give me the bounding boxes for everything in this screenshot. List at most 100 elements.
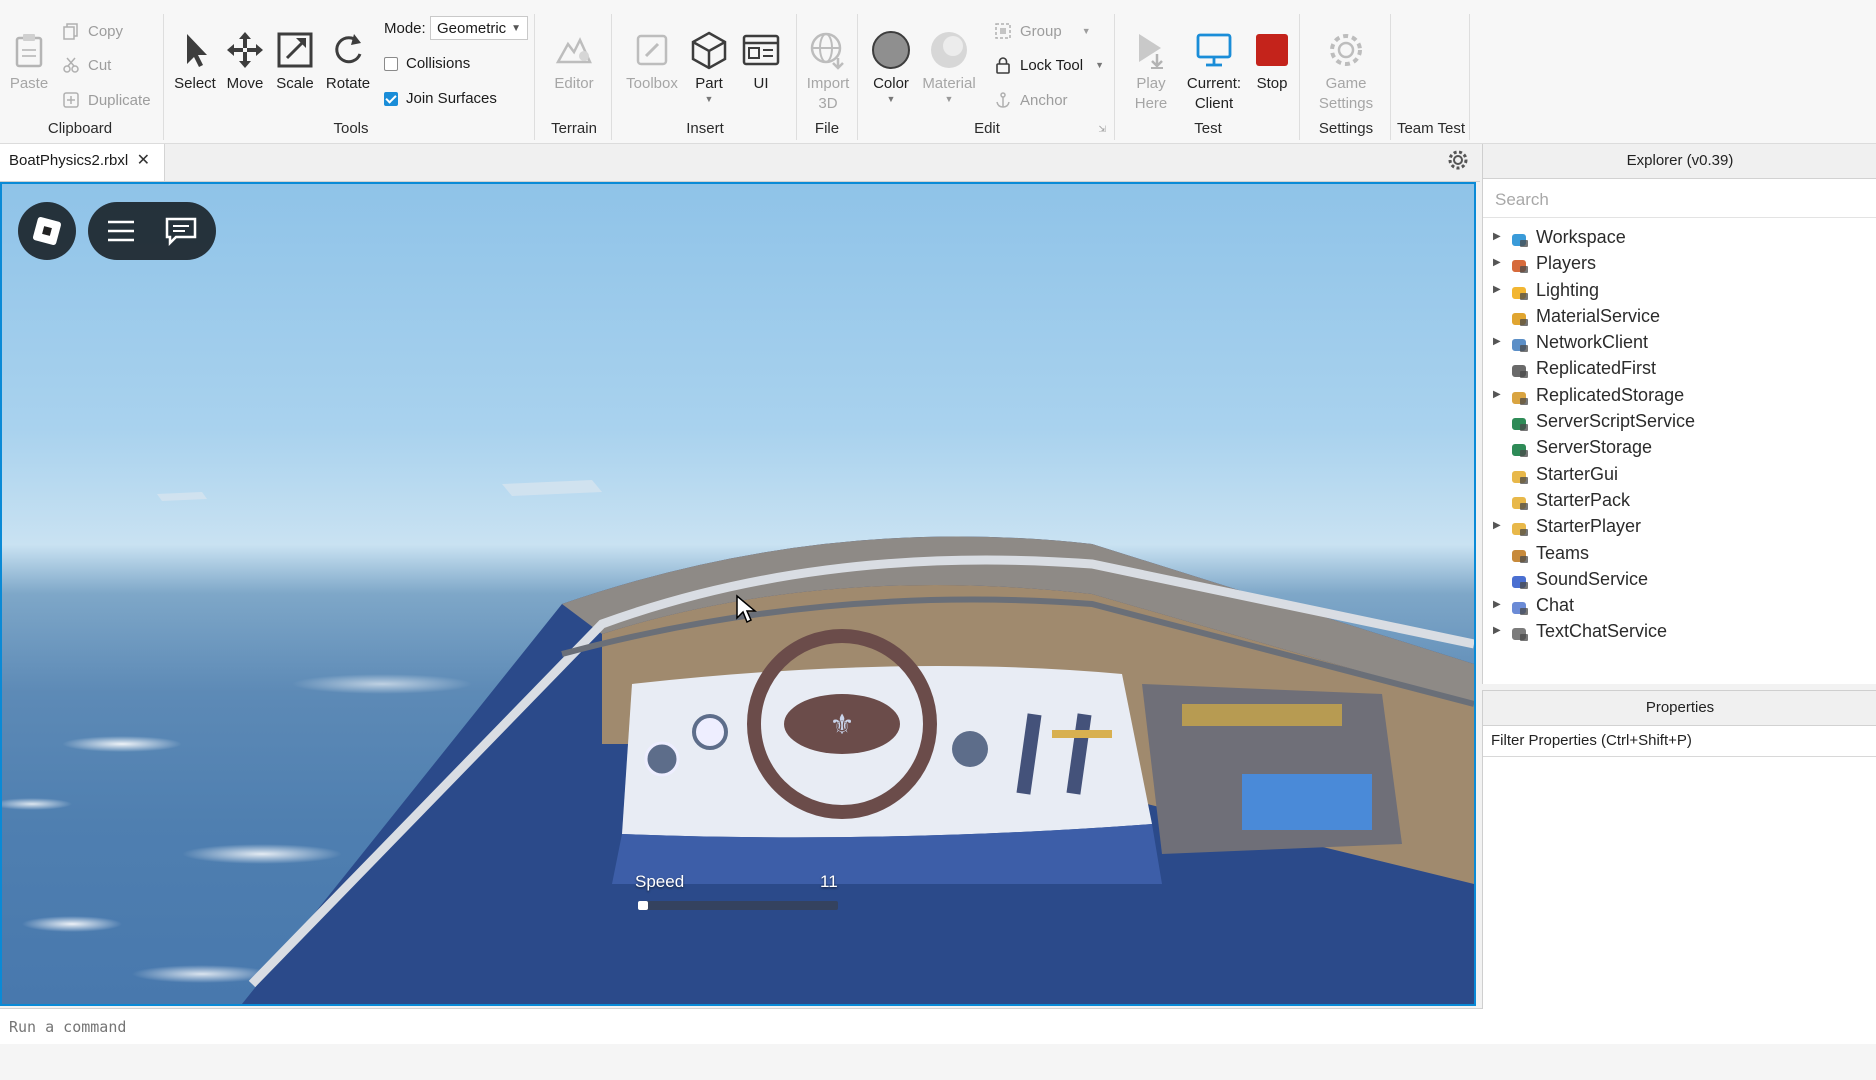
explorer-item[interactable]: SoundService [1483, 566, 1876, 592]
expand-corner-icon[interactable]: ⇲ [1098, 124, 1106, 135]
ribbon-separator [1469, 14, 1470, 140]
material-label: Material [922, 75, 976, 92]
expand-arrow-icon[interactable]: ▶ [1493, 250, 1501, 276]
explorer-item-label: ServerScriptService [1536, 411, 1696, 432]
move-label: Move [226, 75, 264, 92]
paste-label: Paste [9, 75, 49, 92]
explorer-item[interactable]: ▶ ReplicatedStorage [1483, 382, 1876, 408]
expand-arrow-icon[interactable]: ▶ [1493, 277, 1501, 303]
play-here-button[interactable]: Play Here [1123, 22, 1179, 114]
current-client-label-line1: Current: [1186, 75, 1242, 92]
copy-label: Copy [88, 22, 124, 40]
explorer-item-label: StarterPlayer [1536, 516, 1642, 537]
properties-title: Properties [1483, 691, 1876, 726]
viewport-settings-button[interactable] [1447, 149, 1469, 176]
lock-tool-button[interactable]: Lock Tool ▼ [994, 56, 1104, 74]
select-button[interactable]: Select [172, 22, 218, 94]
expand-arrow-icon[interactable]: ▶ [1493, 513, 1501, 539]
toolbox-button[interactable]: Toolbox [622, 22, 682, 94]
import-3d-button[interactable]: Import 3D [803, 22, 853, 114]
game-settings-label-line1: Game [1325, 75, 1367, 92]
expand-arrow-icon[interactable]: ▶ [1493, 382, 1501, 408]
test-group: Play Here Current: Client Stop Test [1117, 8, 1299, 143]
explorer-item[interactable]: ▶ Workspace [1483, 224, 1876, 250]
hamburger-menu-button[interactable] [106, 218, 136, 244]
game-settings-button[interactable]: Game Settings [1308, 22, 1384, 114]
ribbon-separator [1299, 14, 1300, 140]
explorer-item[interactable]: ▶ TextChatService [1483, 618, 1876, 644]
join-surfaces-toggle[interactable]: Join Surfaces [384, 90, 497, 107]
expand-arrow-icon[interactable]: ▶ [1493, 592, 1501, 618]
teams-icon [1511, 545, 1529, 563]
mode-label: Mode: [384, 20, 426, 37]
terrain-group-label: Terrain [551, 120, 597, 137]
explorer-item[interactable]: ServerScriptService [1483, 408, 1876, 434]
explorer-item[interactable]: ▶ Lighting [1483, 277, 1876, 303]
edit-group: Color ▼ Material ▼ Group ▼ Lock Tool ▼ A… [860, 8, 1114, 143]
anchor-label: Anchor [1020, 91, 1068, 109]
rotate-button[interactable]: Rotate [322, 22, 374, 94]
copy-button[interactable]: Copy [62, 22, 123, 40]
join-surfaces-checkbox[interactable] [384, 91, 398, 106]
material-button[interactable]: Material ▼ [918, 22, 980, 104]
stop-button[interactable]: Stop [1249, 22, 1295, 94]
move-button[interactable]: Move [222, 22, 268, 94]
select-label: Select [174, 75, 216, 92]
explorer-item[interactable]: StarterGui [1483, 461, 1876, 487]
duplicate-button[interactable]: Duplicate [62, 91, 151, 109]
tab-boatphysics2[interactable]: BoatPhysics2.rbxl ✕ [0, 144, 165, 181]
game-viewport[interactable]: ⚜ Speed 11 [0, 182, 1476, 1006]
command-input[interactable] [7, 1013, 1471, 1041]
explorer-item[interactable]: ▶ Players [1483, 250, 1876, 276]
explorer-item[interactable]: MaterialService [1483, 303, 1876, 329]
ribbon-separator [163, 14, 164, 140]
part-button[interactable]: Part ▼ [686, 22, 732, 104]
properties-filter-input[interactable]: Filter Properties (Ctrl+Shift+P) [1483, 726, 1876, 757]
chevron-down-icon: ▼ [704, 94, 714, 104]
explorer-item[interactable]: ServerStorage [1483, 434, 1876, 460]
explorer-item[interactable]: Teams [1483, 540, 1876, 566]
document-tab-bar: BoatPhysics2.rbxl ✕ [0, 144, 1480, 182]
mode-dropdown[interactable]: Geometric ▼ [430, 16, 528, 40]
terrain-editor-button[interactable]: Editor [547, 22, 601, 94]
collisions-checkbox[interactable] [384, 56, 398, 71]
server-storage-icon [1511, 439, 1529, 458]
ui-button[interactable]: UI [738, 22, 784, 94]
color-button[interactable]: Color ▼ [866, 22, 916, 104]
part-label: Part [695, 75, 723, 92]
anchor-button[interactable]: Anchor [994, 91, 1068, 109]
starter-player-icon [1511, 518, 1529, 537]
group-label: Group [1020, 22, 1062, 40]
expand-arrow-icon[interactable]: ▶ [1493, 618, 1501, 644]
explorer-item[interactable]: ▶ Chat [1483, 592, 1876, 618]
explorer-item[interactable]: StarterPack [1483, 487, 1876, 513]
ribbon-separator [611, 14, 612, 140]
color-label: Color [873, 75, 909, 92]
speed-bar-fill [638, 901, 648, 910]
current-client-button[interactable]: Current: Client [1183, 22, 1245, 114]
explorer-item[interactable]: ▶ NetworkClient [1483, 329, 1876, 355]
stop-icon [1256, 34, 1288, 66]
expand-arrow-icon[interactable]: ▶ [1493, 329, 1501, 355]
svg-text:⚜: ⚜ [829, 708, 854, 741]
file-group-label: File [814, 120, 840, 137]
explorer-item-label: ReplicatedFirst [1536, 358, 1657, 379]
tools-group-label: Tools [333, 120, 369, 137]
paste-button[interactable]: Paste [6, 22, 52, 94]
cut-button[interactable]: Cut [62, 56, 111, 74]
settings-group: Game Settings Settings [1302, 8, 1390, 143]
scale-button[interactable]: Scale [272, 22, 318, 94]
collisions-toggle[interactable]: Collisions [384, 55, 470, 72]
close-icon[interactable]: ✕ [137, 144, 150, 177]
group-button[interactable]: Group ▼ [994, 22, 1091, 40]
explorer-item-label: StarterGui [1536, 463, 1619, 484]
expand-arrow-icon[interactable]: ▶ [1493, 224, 1501, 250]
play-here-icon [1139, 34, 1163, 69]
material-sphere-icon [931, 32, 967, 68]
explorer-item[interactable]: ▶ StarterPlayer [1483, 513, 1876, 539]
roblox-menu-button[interactable] [18, 202, 76, 260]
explorer-item[interactable]: ReplicatedFirst [1483, 355, 1876, 381]
explorer-search-input[interactable]: Search [1483, 183, 1876, 218]
chat-button[interactable] [164, 216, 198, 247]
terrain-group: Editor Terrain [537, 8, 611, 143]
